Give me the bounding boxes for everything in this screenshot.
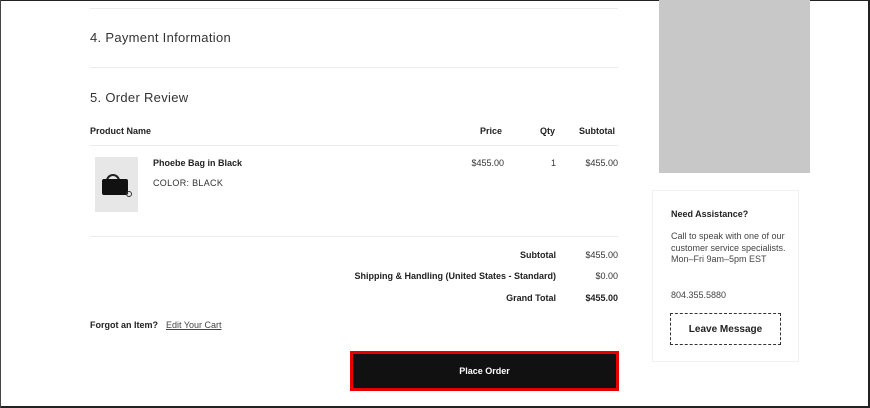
divider — [90, 236, 618, 237]
assistance-panel: Need Assistance? Call to speak with one … — [652, 190, 799, 362]
column-header-product: Product Name — [90, 126, 152, 136]
product-qty: 1 — [550, 158, 556, 168]
column-header-subtotal: Subtotal — [579, 126, 615, 136]
assistance-body: Call to speak with one of our customer s… — [671, 231, 786, 253]
product-subtotal: $455.00 — [585, 158, 618, 168]
place-order-label: Place Order — [459, 366, 510, 376]
product-price: $455.00 — [471, 158, 504, 168]
assistance-title: Need Assistance? — [671, 209, 749, 219]
column-header-price: Price — [480, 126, 503, 136]
shipping-value: $0.00 — [595, 271, 618, 281]
subtotal-label: Subtotal — [520, 250, 556, 260]
column-header-qty: Qty — [540, 126, 556, 136]
black-bag-icon — [102, 179, 128, 195]
grand-total-value: $455.00 — [585, 293, 618, 303]
divider — [90, 67, 618, 68]
product-name: Phoebe Bag in Black — [153, 158, 243, 168]
edit-cart-link[interactable]: Edit Your Cart — [166, 320, 222, 330]
grand-total-label: Grand Total — [506, 293, 556, 303]
divider — [90, 145, 618, 146]
subtotal-value: $455.00 — [585, 250, 618, 260]
product-thumbnail — [95, 157, 138, 212]
bag-strap-icon — [126, 191, 132, 197]
place-order-button[interactable]: Place Order — [350, 351, 619, 391]
promo-image-placeholder — [659, 0, 810, 173]
assistance-hours: Mon–Fri 9am–5pm EST — [671, 254, 767, 264]
assistance-text: Call to speak with one of our customer s… — [671, 231, 796, 266]
shipping-label: Shipping & Handling (United States - Sta… — [354, 271, 557, 281]
divider — [90, 8, 618, 9]
assistance-phone[interactable]: 804.355.5880 — [671, 290, 726, 300]
forgot-item-text: Forgot an Item? — [90, 320, 158, 330]
window-border-left — [0, 0, 1, 408]
payment-section-title[interactable]: 4. Payment Information — [90, 30, 231, 45]
order-review-title: 5. Order Review — [90, 90, 189, 105]
product-color: COLOR: BLACK — [153, 178, 224, 188]
leave-message-label: Leave Message — [688, 323, 763, 335]
leave-message-button[interactable]: Leave Message — [670, 313, 781, 345]
